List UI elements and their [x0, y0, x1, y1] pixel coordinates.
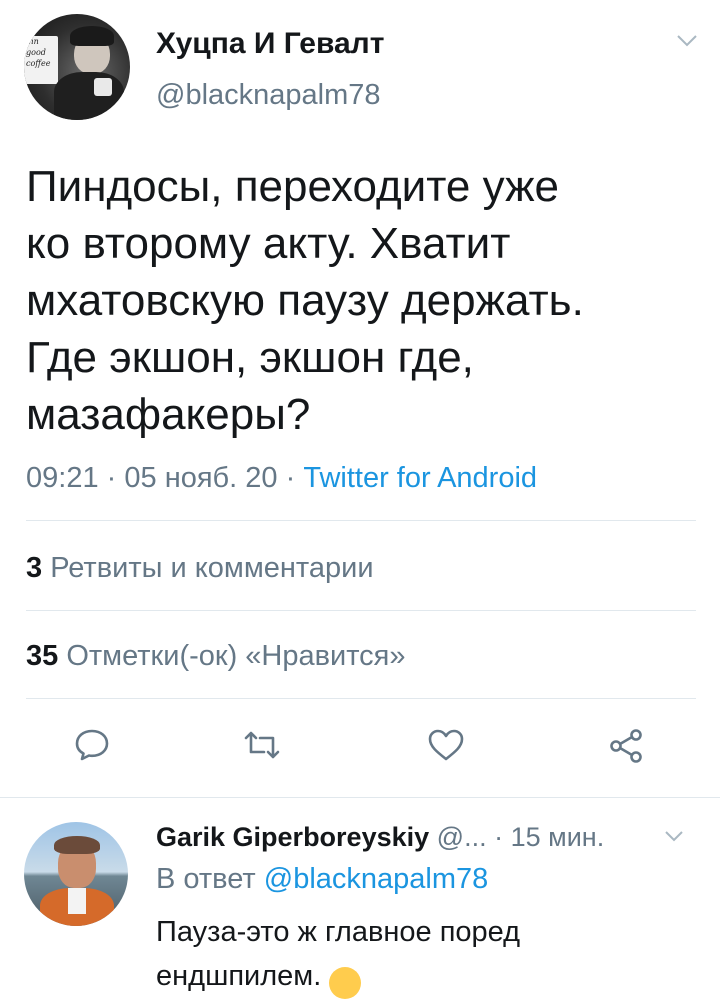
avatar-caption: mn good coffee [26, 37, 51, 68]
retweet-arrows-icon [244, 731, 280, 759]
reply-text-line: ендшпилем. 😁 [156, 954, 520, 999]
retweet-button[interactable] [242, 730, 282, 760]
divider [26, 610, 696, 611]
reply-avatar[interactable] [24, 822, 128, 926]
in-reply-handle-link[interactable]: @blacknapalm78 [264, 863, 489, 895]
divider [26, 520, 696, 521]
tweet-text: Пиндосы, переходите уже ко второму акту.… [26, 158, 584, 443]
reply-text-line: Пауза-это ж главное поред [156, 916, 521, 948]
divider [26, 698, 696, 699]
divider [0, 797, 720, 798]
tweet-time: 09:21 [26, 462, 99, 494]
reply-author-name[interactable]: Garik Giperboreyskiy [156, 822, 429, 852]
share-button[interactable] [608, 728, 644, 764]
heart-icon [428, 729, 464, 761]
reply-text: Пауза-это ж главное поред ендшпилем. 😁 [156, 910, 520, 999]
tweet-text-line: Пиндосы, переходите уже [26, 162, 560, 211]
meta-separator: · [106, 462, 117, 494]
reply-author-handle[interactable]: @... [437, 822, 487, 852]
chevron-down-icon[interactable] [664, 830, 684, 843]
tweet-text-line: Где экшон, экшон где, [26, 333, 474, 382]
author-avatar[interactable]: mn good coffee [24, 14, 130, 120]
author-handle[interactable]: @blacknapalm78 [156, 78, 381, 112]
tweet-text-line: мхатовскую паузу держать. [26, 276, 584, 325]
in-reply-prefix: В ответ [156, 863, 256, 895]
tweet-date: 05 нояб. 20 [124, 462, 278, 494]
speech-bubble-icon [75, 729, 109, 761]
meta-separator: · [494, 822, 504, 852]
like-button[interactable] [427, 728, 465, 762]
grinning-face-icon: 😁 [329, 967, 362, 999]
retweets-stat[interactable]: 3 Ретвиты и комментарии [26, 550, 374, 586]
tweet-source-link[interactable]: Twitter for Android [303, 462, 537, 494]
share-nodes-icon [610, 729, 642, 763]
likes-stat[interactable]: 35 Отметки(-ок) «Нравится» [26, 638, 406, 674]
author-name[interactable]: Хуцпа И Гевалт [156, 26, 384, 62]
retweets-count: 3 [26, 552, 43, 584]
tweet-meta: 09:21 · 05 нояб. 20 · Twitter for Androi… [26, 460, 537, 496]
tweet-text-line: ко второму акту. Хватит [26, 219, 511, 268]
likes-label: Отметки(-ок) «Нравится» [66, 640, 406, 672]
retweets-label: Ретвиты и комментарии [50, 552, 374, 584]
tweet-text-line: мазафакеры? [26, 390, 311, 439]
reply-button[interactable] [74, 728, 110, 762]
reply-time[interactable]: 15 мин. [511, 822, 605, 852]
likes-count: 35 [26, 640, 59, 672]
meta-separator: · [285, 462, 296, 494]
reply-text-line-end: ендшпилем. [156, 960, 322, 992]
in-reply-to: В ответ @blacknapalm78 [156, 861, 488, 897]
reply-header: Garik Giperboreyskiy @... · 15 мин. [156, 820, 604, 854]
chevron-down-icon[interactable] [676, 34, 698, 48]
